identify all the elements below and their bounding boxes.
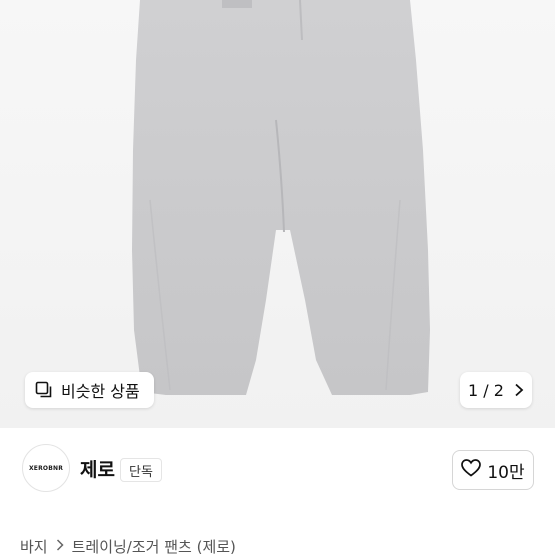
similar-items-label: 비슷한 상품 [61,382,140,401]
similar-items-icon [35,381,53,399]
breadcrumb-item-category[interactable]: 바지 [20,536,48,557]
image-pager[interactable]: 1 / 2 [460,372,532,408]
store-logo-text: XEROBNR [28,464,64,472]
store-logo[interactable]: XEROBNR [22,444,70,492]
chevron-right-icon[interactable] [514,383,524,397]
chevron-right-icon [56,538,64,555]
exclusive-badge: 단독 [120,458,162,482]
breadcrumb-item-subcategory[interactable]: 트레이닝/조거 팬츠 (제로) [72,536,236,557]
product-image-area[interactable]: 비슷한 상품 1 / 2 [0,0,555,428]
product-photo [132,0,430,395]
store-name[interactable]: 제로 [80,455,115,482]
breadcrumb: 바지 트레이닝/조거 팬츠 (제로) [20,536,236,557]
pager-text: 1 / 2 [468,380,504,400]
heart-outline-icon [461,458,482,482]
pants-shape [132,0,430,395]
like-button[interactable]: 10만 [452,450,534,490]
similar-items-button[interactable]: 비슷한 상품 [25,372,154,408]
like-count: 10만 [487,462,525,483]
